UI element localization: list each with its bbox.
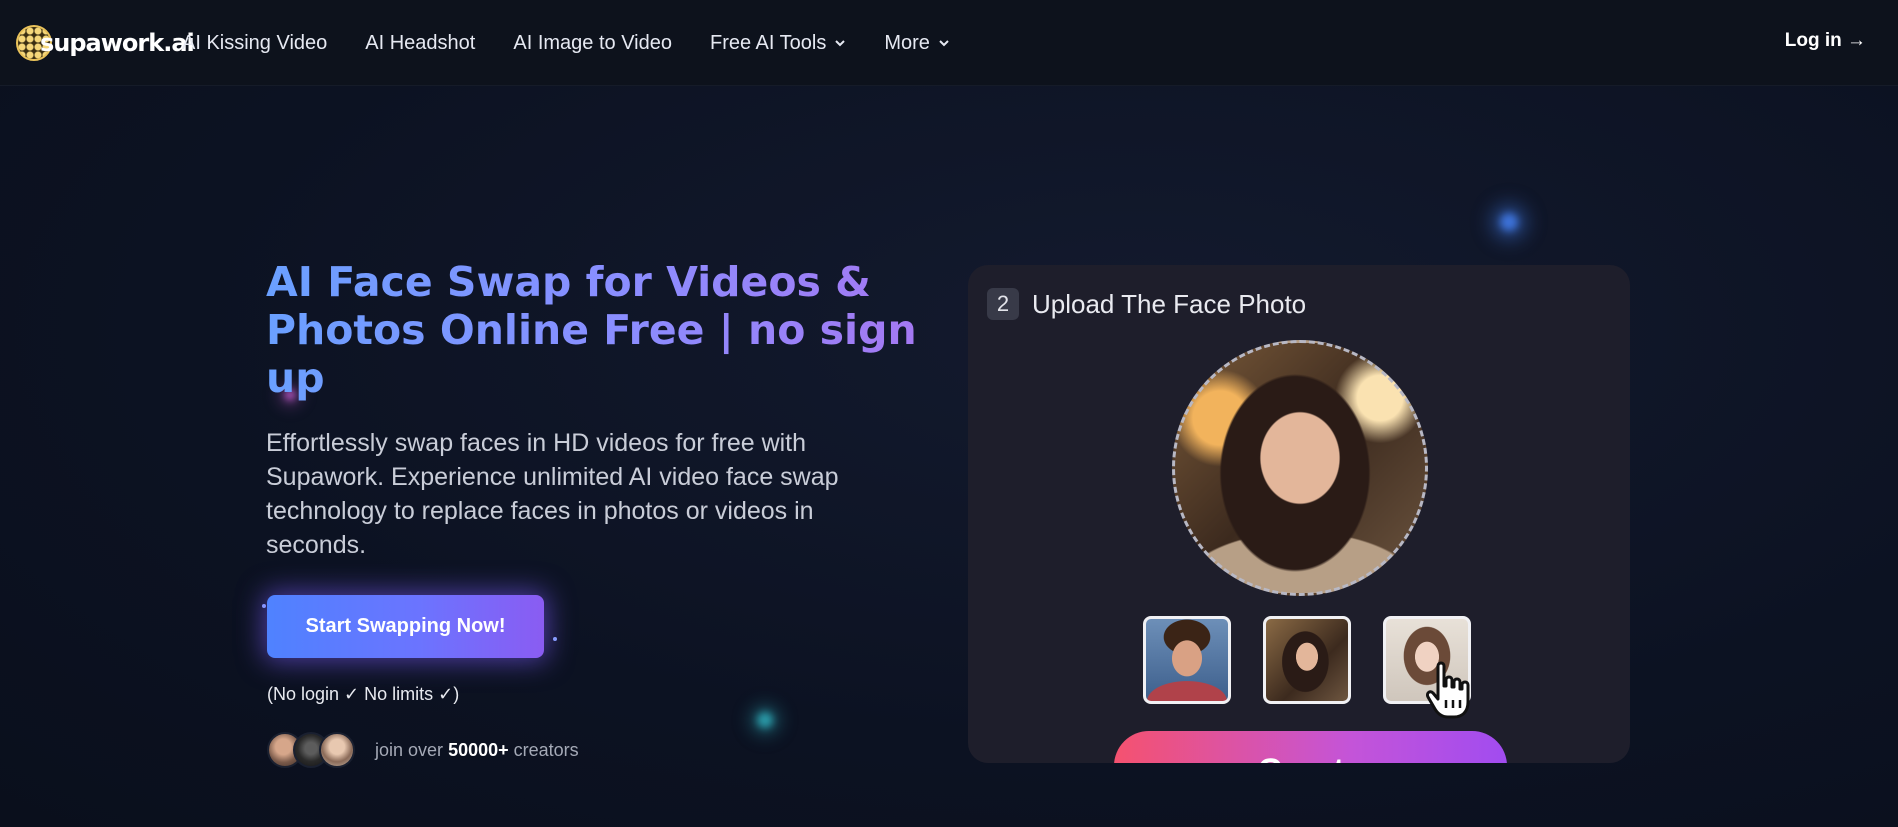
avatar xyxy=(319,732,355,768)
chevron-down-icon xyxy=(939,40,949,47)
nav-link-label: AI Kissing Video xyxy=(182,31,328,54)
creators-count: 50000+ xyxy=(448,739,509,760)
start-swapping-button[interactable]: Start Swapping Now! xyxy=(267,595,544,658)
create-button[interactable]: Create xyxy=(1114,731,1507,763)
creators-suffix: creators xyxy=(513,739,579,760)
decorative-glow xyxy=(757,712,773,728)
decorative-dot xyxy=(262,604,266,608)
sample-face-thumbnail[interactable] xyxy=(1143,616,1231,704)
creators-proof: join over 50000+ creators xyxy=(267,730,579,770)
face-upload-preview[interactable] xyxy=(1172,340,1428,596)
step-number-badge: 2 xyxy=(987,288,1019,320)
top-nav: supawork.ai AI Kissing Video AI Headshot… xyxy=(0,0,1898,86)
upload-face-card: 2 Upload The Face Photo Create xyxy=(968,265,1630,763)
decorative-dot xyxy=(553,637,557,641)
nav-links: AI Kissing Video AI Headshot AI Image to… xyxy=(182,0,988,86)
nav-link-label: More xyxy=(884,31,930,54)
hero-title: AI Face Swap for Videos & Photos Online … xyxy=(266,258,926,402)
logo[interactable]: supawork.ai xyxy=(16,24,195,62)
step-title: Upload The Face Photo xyxy=(1032,289,1307,319)
creators-text: join over 50000+ creators xyxy=(375,740,579,761)
sample-face-thumbnail[interactable] xyxy=(1263,616,1351,704)
nav-link-ai-image-to-video[interactable]: AI Image to Video xyxy=(513,32,672,55)
decorative-glow xyxy=(1500,213,1518,231)
logo-text: supawork.ai xyxy=(40,29,195,57)
nav-link-free-ai-tools[interactable]: Free AI Tools xyxy=(710,32,846,55)
creators-prefix: join over xyxy=(375,739,444,760)
chevron-down-icon xyxy=(835,40,846,47)
nav-link-label: AI Image to Video xyxy=(513,31,672,54)
nav-link-label: AI Headshot xyxy=(365,31,476,54)
nav-link-ai-headshot[interactable]: AI Headshot xyxy=(365,32,475,55)
login-link[interactable]: Log in → xyxy=(1785,30,1866,52)
nav-link-more[interactable]: More xyxy=(884,32,950,55)
pointer-hand-icon xyxy=(1426,661,1470,719)
nav-link-ai-kissing-video[interactable]: AI Kissing Video xyxy=(182,32,327,55)
cta-note: (No login ✓ No limits ✓) xyxy=(267,684,460,704)
hero-subtitle: Effortlessly swap faces in HD videos for… xyxy=(266,429,839,559)
sample-face-thumbnails xyxy=(1143,616,1471,704)
nav-link-label: Free AI Tools xyxy=(709,31,827,54)
